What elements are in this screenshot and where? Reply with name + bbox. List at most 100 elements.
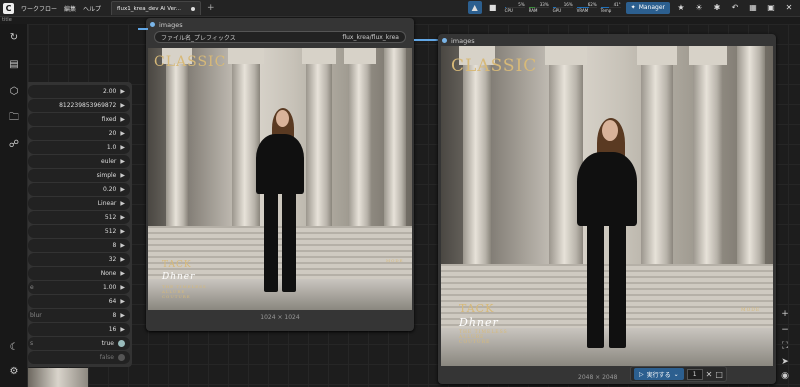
workflow-tab[interactable]: flux1_krea_dev Ai Ver... bbox=[111, 1, 201, 15]
save-image-node[interactable]: images ファイル名_プレフィックス flux_krea/flux_krea… bbox=[146, 18, 414, 331]
increment-arrow-icon[interactable]: ▶ bbox=[120, 200, 125, 207]
increment-arrow-icon[interactable]: ▶ bbox=[120, 102, 125, 109]
increment-arrow-icon[interactable]: ▶ bbox=[120, 186, 125, 193]
menu-workflow[interactable]: ワークフロー bbox=[21, 4, 57, 13]
increment-arrow-icon[interactable]: ▶ bbox=[120, 242, 125, 249]
parameter-row[interactable]: simple ▶ bbox=[28, 169, 130, 182]
link-wire-1 bbox=[138, 28, 148, 30]
zoom-in-icon[interactable]: + bbox=[779, 308, 791, 320]
preview-image-1: CLASSIC TACK Dhner THE TIMELESS ALLURE C… bbox=[148, 48, 412, 310]
filename-prefix-field[interactable]: ファイル名_プレフィックス flux_krea/flux_krea bbox=[154, 31, 406, 43]
magazine-side-text-2: THE TIMELESS ALLURE COUTURE bbox=[459, 330, 508, 345]
increment-arrow-icon[interactable]: ▶ bbox=[120, 284, 125, 291]
close-icon[interactable]: ✕ bbox=[782, 1, 796, 14]
history-icon[interactable]: ↻ bbox=[7, 30, 21, 44]
increment-arrow-icon[interactable]: ▶ bbox=[120, 130, 125, 137]
parameter-row[interactable]: false bbox=[28, 351, 130, 364]
folder-icon[interactable]: 🗀 bbox=[7, 111, 21, 125]
sun-icon[interactable]: ☀ bbox=[692, 1, 706, 14]
batch-count-input[interactable]: 1 bbox=[686, 368, 703, 380]
parameter-row[interactable]: 812239853969872 ▶ bbox=[28, 99, 130, 112]
manager-label: Manager bbox=[638, 4, 665, 11]
increment-arrow-icon[interactable]: ▶ bbox=[120, 312, 125, 319]
increment-arrow-icon[interactable]: ▶ bbox=[120, 298, 125, 305]
new-tab-plus-icon[interactable]: + bbox=[207, 3, 215, 13]
increment-arrow-icon[interactable]: ▶ bbox=[120, 270, 125, 277]
preview-image-node[interactable]: images CLASSIC TACK Dhner THE TIMELESS A… bbox=[438, 34, 776, 384]
parameter-row[interactable]: s true bbox=[28, 337, 130, 350]
meter-gpu: 16% GPU bbox=[552, 1, 574, 14]
window-icon[interactable]: ▣ bbox=[764, 1, 778, 14]
parameter-value: 8 bbox=[112, 312, 117, 319]
meter-fill bbox=[552, 7, 556, 8]
settings-gear-icon[interactable]: ⚙ bbox=[7, 364, 21, 378]
magazine-badge-1: MODE bbox=[386, 258, 404, 263]
model-cube-icon[interactable]: ⬡ bbox=[7, 84, 21, 98]
toggle-off-icon[interactable] bbox=[118, 354, 125, 361]
parameter-row[interactable]: Linear ▶ bbox=[28, 197, 130, 210]
parameter-row[interactable]: 20 ▶ bbox=[28, 127, 130, 140]
fit-view-icon[interactable]: ⛶ bbox=[779, 340, 791, 352]
meter-cpu: 5% CPU bbox=[504, 1, 526, 14]
run-button[interactable]: ▷ 実行する ⌄ bbox=[634, 368, 684, 380]
key-icon[interactable]: ✱ bbox=[710, 1, 724, 14]
meter-name: Temp bbox=[600, 8, 612, 13]
meter-vram: 62% VRAM bbox=[576, 1, 598, 14]
input-dot-icon[interactable] bbox=[150, 22, 155, 27]
manager-button[interactable]: ✦ Manager bbox=[625, 1, 670, 14]
star-icon[interactable]: ★ bbox=[674, 1, 688, 14]
parameter-value: simple bbox=[96, 172, 117, 179]
magazine-tagline-2: Dhner bbox=[162, 272, 196, 282]
parameter-row[interactable]: 8 ▶ bbox=[28, 239, 130, 252]
stop-square-icon[interactable]: □ bbox=[715, 370, 723, 379]
increment-arrow-icon[interactable]: ▶ bbox=[120, 256, 125, 263]
parameter-row[interactable]: 16 ▶ bbox=[28, 323, 130, 336]
queue-icon[interactable]: ▤ bbox=[7, 57, 21, 71]
parameter-row[interactable]: blur 8 ▶ bbox=[28, 309, 130, 322]
increment-arrow-icon[interactable]: ▶ bbox=[120, 116, 125, 123]
menu-help[interactable]: ヘルプ bbox=[83, 4, 101, 13]
cancel-x-icon[interactable]: ✕ bbox=[706, 370, 713, 379]
magazine-tagline-3: TACK bbox=[459, 302, 495, 315]
parameter-row[interactable]: 1.0 ▶ bbox=[28, 141, 130, 154]
magazine-badge-2: MODE bbox=[741, 308, 761, 313]
zoom-out-icon[interactable]: − bbox=[779, 324, 791, 336]
increment-arrow-icon[interactable]: ▶ bbox=[120, 326, 125, 333]
grid-icon[interactable]: ▦ bbox=[746, 1, 760, 14]
run-label: 実行する bbox=[646, 371, 671, 379]
app-logo[interactable]: C bbox=[3, 2, 14, 14]
parameter-row[interactable]: 32 ▶ bbox=[28, 253, 130, 266]
increment-arrow-icon[interactable]: ▶ bbox=[120, 158, 125, 165]
pointer-icon[interactable]: ➤ bbox=[779, 356, 791, 368]
parameter-row[interactable]: e 1.00 ▶ bbox=[28, 281, 130, 294]
parameter-value: 64 bbox=[108, 298, 117, 305]
increment-arrow-icon[interactable]: ▶ bbox=[120, 214, 125, 221]
parameter-row[interactable]: 0.20 ▶ bbox=[28, 183, 130, 196]
parameter-row[interactable]: 64 ▶ bbox=[28, 295, 130, 308]
parameter-row[interactable]: fixed ▶ bbox=[28, 113, 130, 126]
node1-title: images bbox=[159, 20, 183, 29]
input-dot-icon[interactable] bbox=[442, 38, 447, 43]
increment-arrow-icon[interactable]: ▶ bbox=[120, 144, 125, 151]
node-canvas[interactable]: 2.00 ▶ 812239853969872 ▶ fixed ▶ 20 ▶ 1.0 ▶ euler ▶… bbox=[28, 18, 800, 387]
parameter-row[interactable]: 2.00 ▶ bbox=[28, 85, 130, 98]
menu-edit[interactable]: 編集 bbox=[64, 4, 76, 13]
parameter-value: false bbox=[99, 354, 114, 361]
parameter-row[interactable]: None ▶ bbox=[28, 267, 130, 280]
eye-icon[interactable]: ◉ bbox=[779, 370, 791, 382]
parameter-row[interactable]: euler ▶ bbox=[28, 155, 130, 168]
chevron-down-icon[interactable]: ⌄ bbox=[674, 371, 679, 378]
workflow-tree-icon[interactable]: ☍ bbox=[7, 137, 21, 151]
back-arrow-icon[interactable]: ↶ bbox=[728, 1, 742, 14]
increment-arrow-icon[interactable]: ▶ bbox=[120, 172, 125, 179]
node1-header[interactable]: images bbox=[146, 18, 414, 31]
link-visibility-icon[interactable]: ▲ bbox=[467, 1, 482, 14]
toggle-on-icon[interactable] bbox=[118, 340, 125, 347]
unsaved-dot-icon[interactable] bbox=[190, 6, 195, 11]
increment-arrow-icon[interactable]: ▶ bbox=[120, 228, 125, 235]
parameter-row[interactable]: 512 ▶ bbox=[28, 211, 130, 224]
increment-arrow-icon[interactable]: ▶ bbox=[120, 88, 125, 95]
stop-icon[interactable]: ■ bbox=[486, 1, 500, 14]
parameter-row[interactable]: 512 ▶ bbox=[28, 225, 130, 238]
moon-icon[interactable]: ☾ bbox=[7, 340, 21, 354]
